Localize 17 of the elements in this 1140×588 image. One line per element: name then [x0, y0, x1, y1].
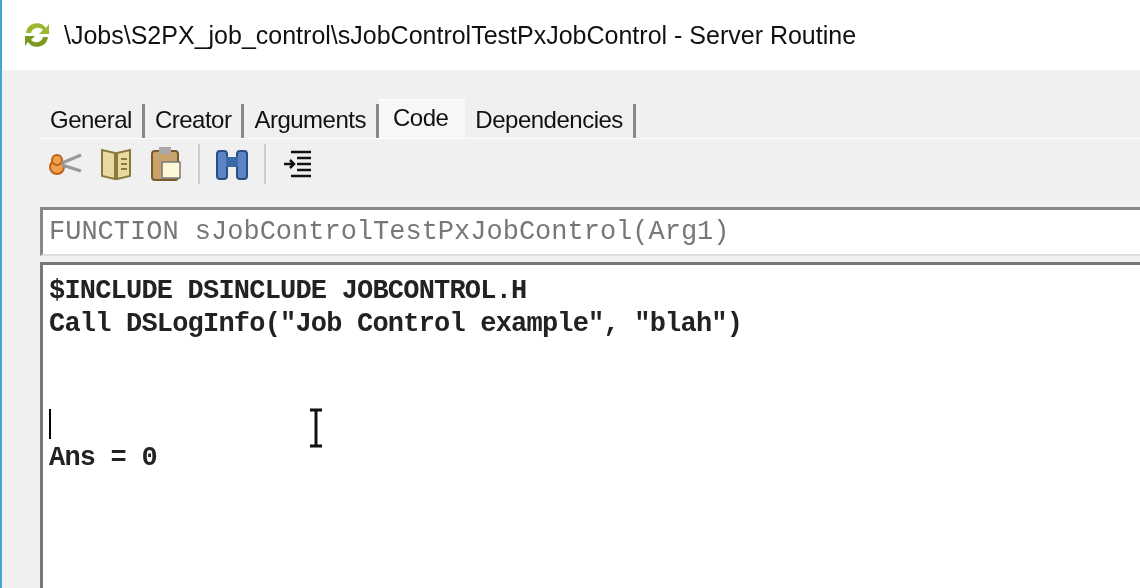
tab[interactable]: General — [40, 104, 145, 138]
text-caret — [49, 409, 51, 439]
code-line: Call DSLogInfo("Job Control example", "blah") — [49, 309, 743, 339]
book-icon — [100, 147, 132, 181]
indent-icon — [283, 149, 313, 179]
tab[interactable]: Code — [379, 99, 466, 138]
refresh-icon — [22, 20, 52, 50]
text-cursor-icon — [308, 408, 324, 448]
clipboard-icon — [150, 146, 182, 182]
window-title: \Jobs\S2PX_job_control\sJobControlTestPxJobControl - Server Routine — [64, 20, 857, 50]
binoculars-icon — [214, 147, 250, 181]
code-line: $INCLUDE DSINCLUDE JOBCONTROL.H — [49, 276, 527, 306]
code-line: Ans = 0 — [49, 443, 157, 473]
tab[interactable]: Dependencies — [465, 104, 636, 138]
tab[interactable]: Creator — [144, 104, 245, 138]
code-editor[interactable]: $INCLUDE DSINCLUDE JOBCONTROL.H Call DSLogInfo("Job Control example", "blah") Ans = 0 — [40, 262, 1140, 588]
function-header-field: FUNCTION sJobControlTestPxJobControl(Arg1) — [40, 207, 1140, 256]
